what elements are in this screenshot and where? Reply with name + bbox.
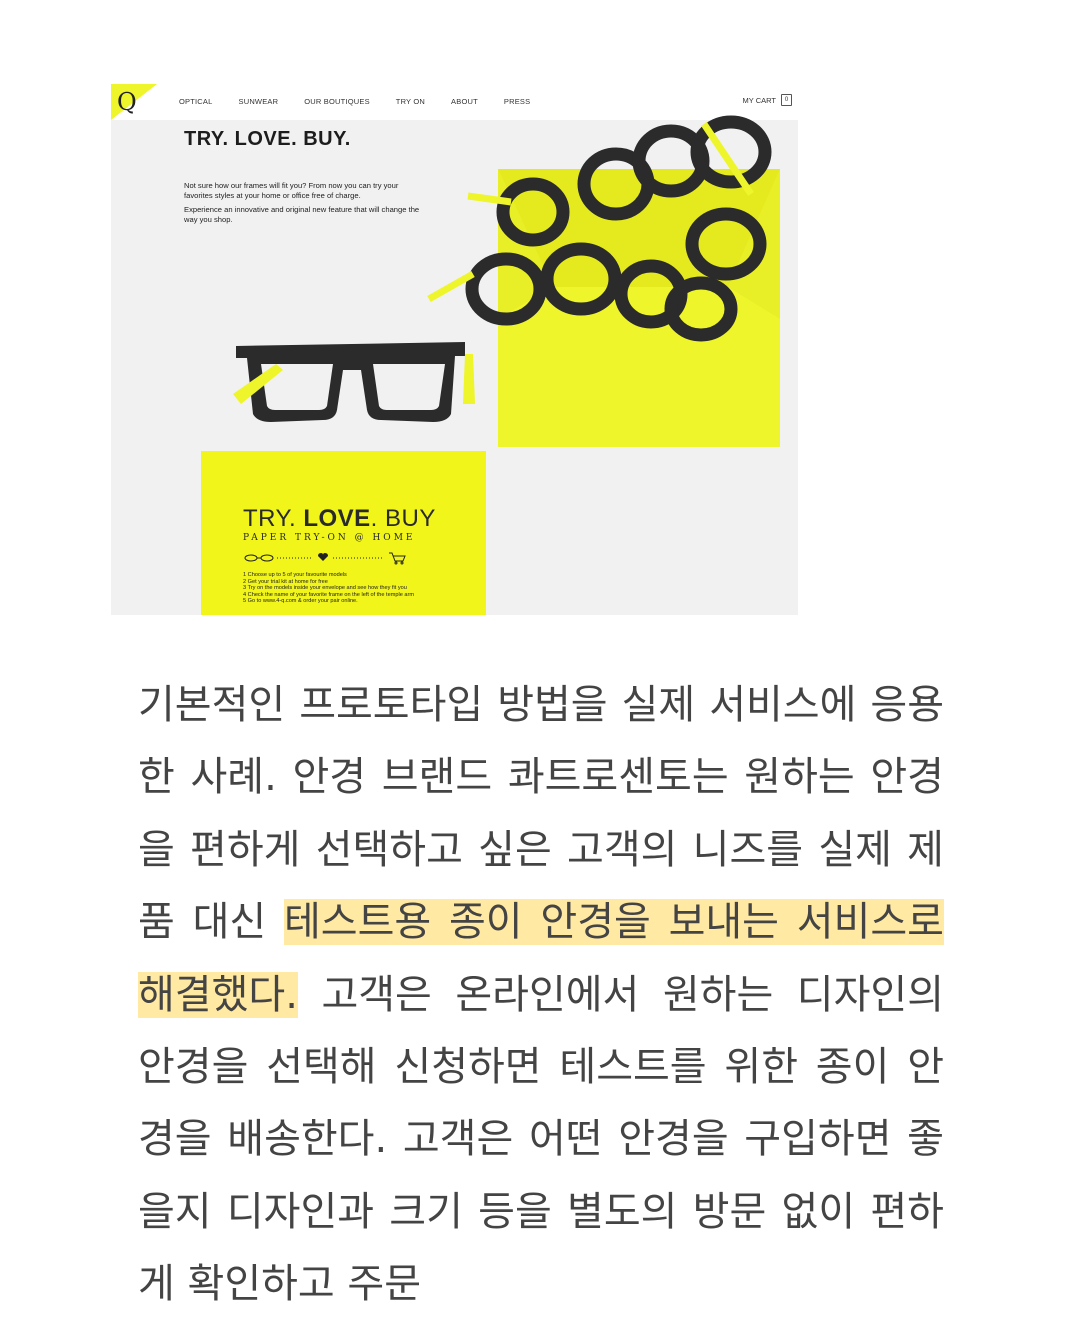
black-frame-front-icon (233, 342, 475, 422)
heart-icon (318, 553, 328, 561)
card-title-try: TRY. (243, 505, 297, 532)
article-text-after: 고객은 온라인에서 원하는 디자인의 안경을 선택해 신청하면 테스트를 위한 … (138, 971, 944, 1308)
card-title-buy: . BUY (370, 505, 436, 532)
card-steps: 1 Choose up to 5 of your favourite model… (243, 572, 414, 605)
instruction-card: TRY. LOVE. BUY PAPER TRY-ON @ HOME 1 Cho… (201, 451, 486, 615)
card-step: 3 Try on the models inside your envelope… (243, 585, 407, 591)
card-step: 5 Go to www.4-q.com & order your pair on… (243, 598, 358, 604)
article-paragraph: 기본적인 프로토타입 방법을 실제 서비스에 응용한 사례. 안경 브랜드 콰트… (138, 669, 944, 1321)
card-subtitle: PAPER TRY-ON @ HOME (243, 533, 416, 543)
cart-icon (389, 552, 406, 565)
website-screenshot-image: Q OPTICAL SUNWEAR OUR BOUTIQUES TRY ON A… (111, 84, 798, 615)
glasses-icon (244, 554, 274, 562)
card-title-love: LOVE (303, 505, 371, 532)
process-icons (244, 552, 406, 565)
card-title: TRY. LOVE. BUY (243, 505, 436, 533)
